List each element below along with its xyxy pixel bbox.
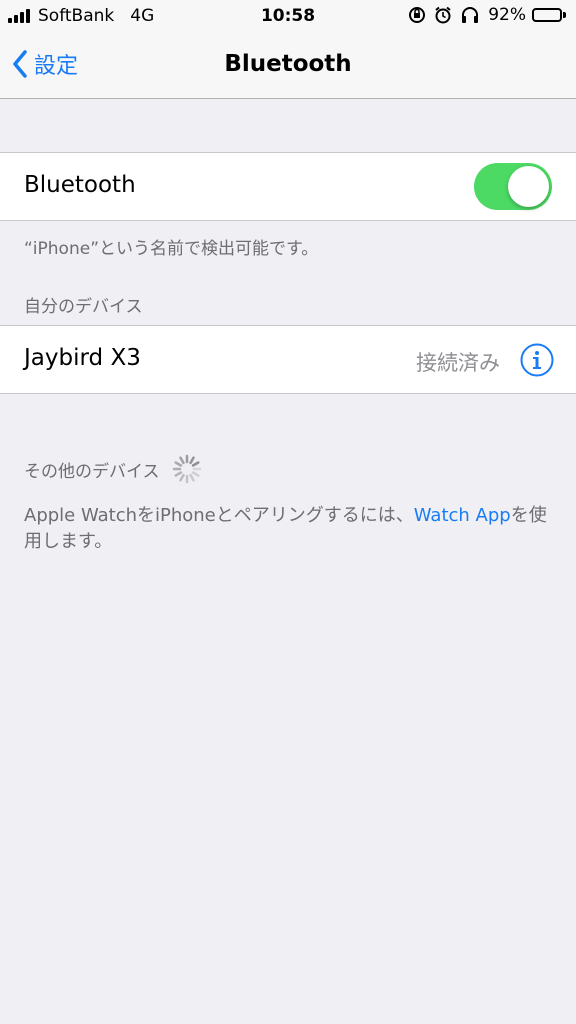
navigation-bar: 設定 Bluetooth: [0, 34, 576, 99]
watch-pairing-note: Apple WatchをiPhoneとペアリングするには、Watch Appを使…: [24, 503, 559, 555]
status-right: 92%: [400, 5, 566, 25]
other-devices-label: その他のデバイス: [24, 461, 160, 482]
alarm-icon: [434, 6, 452, 24]
battery-percent: 92%: [488, 5, 526, 25]
device-row[interactable]: Jaybird X3 接続済み: [0, 325, 576, 394]
watch-note-prefix: Apple WatchをiPhoneとペアリングするには、: [24, 505, 414, 526]
discoverable-note: “iPhone”という名前で検出可能です。: [24, 239, 319, 259]
loading-spinner-icon: [172, 454, 201, 484]
device-status: 接続済み: [416, 351, 500, 375]
page-title: Bluetooth: [224, 51, 352, 77]
battery-icon: [532, 8, 566, 22]
bluetooth-label: Bluetooth: [24, 172, 136, 198]
headphones-icon: [460, 6, 480, 24]
other-devices-header: その他のデバイス: [24, 454, 202, 484]
my-devices-header: 自分のデバイス: [24, 297, 143, 317]
toggle-knob: [508, 166, 549, 207]
device-name: Jaybird X3: [24, 345, 141, 371]
rotation-lock-icon: [408, 6, 426, 24]
bluetooth-toggle[interactable]: [474, 163, 552, 210]
status-bar: SoftBank 4G 10:58 92%: [0, 0, 576, 34]
watch-app-link[interactable]: Watch App: [414, 505, 511, 526]
info-icon[interactable]: [520, 343, 554, 377]
bluetooth-toggle-cell: Bluetooth: [0, 152, 576, 221]
